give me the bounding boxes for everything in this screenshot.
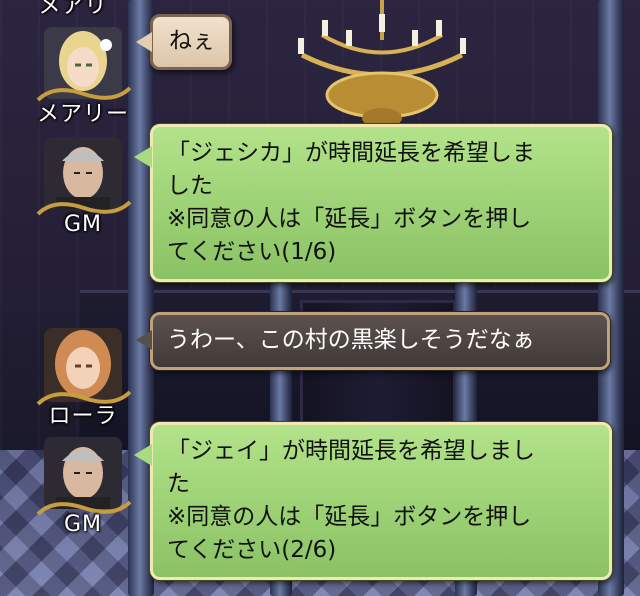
speaker-name: ローラ — [48, 404, 118, 429]
bubble-tail — [136, 32, 152, 52]
chat-bubble: 「ジェシカ」が時間延長を希望しま した ※同意の人は「延長」ボタンを押し てくだ… — [150, 124, 612, 282]
message-line: ※同意の人は「延長」ボタンを押し — [167, 504, 532, 530]
message-line: てください(1/6) — [167, 239, 337, 265]
message-line: 「ジェイ」が時間延長を希望しまし — [167, 438, 535, 464]
message-text: ねぇ — [169, 28, 215, 54]
chat-bubble: うわー、この村の黒楽しそうだなぁ — [150, 312, 610, 370]
bubble-tail — [136, 330, 152, 350]
bubble-tail — [134, 146, 152, 168]
speaker-name: メアリー — [36, 102, 129, 127]
message-line: ※同意の人は「延長」ボタンを押し — [167, 206, 532, 232]
chandelier-icon — [298, 0, 466, 128]
speaker-name: メアリ — [38, 0, 108, 19]
speaker-name: GM — [63, 512, 103, 537]
bubble-tail — [134, 444, 152, 466]
message-line: てください(2/6) — [167, 537, 337, 563]
speaker-name: GM — [63, 212, 103, 237]
message-text: うわー、この村の黒楽しそうだなぁ — [167, 327, 535, 353]
chat-bubble: 「ジェイ」が時間延長を希望しまし た ※同意の人は「延長」ボタンを押し てくださ… — [150, 422, 612, 580]
message-line: 「ジェシカ」が時間延長を希望しま — [167, 140, 535, 166]
message-line: した — [167, 173, 213, 199]
chat-bubble: ねぇ — [150, 14, 232, 70]
message-line: た — [167, 471, 190, 497]
